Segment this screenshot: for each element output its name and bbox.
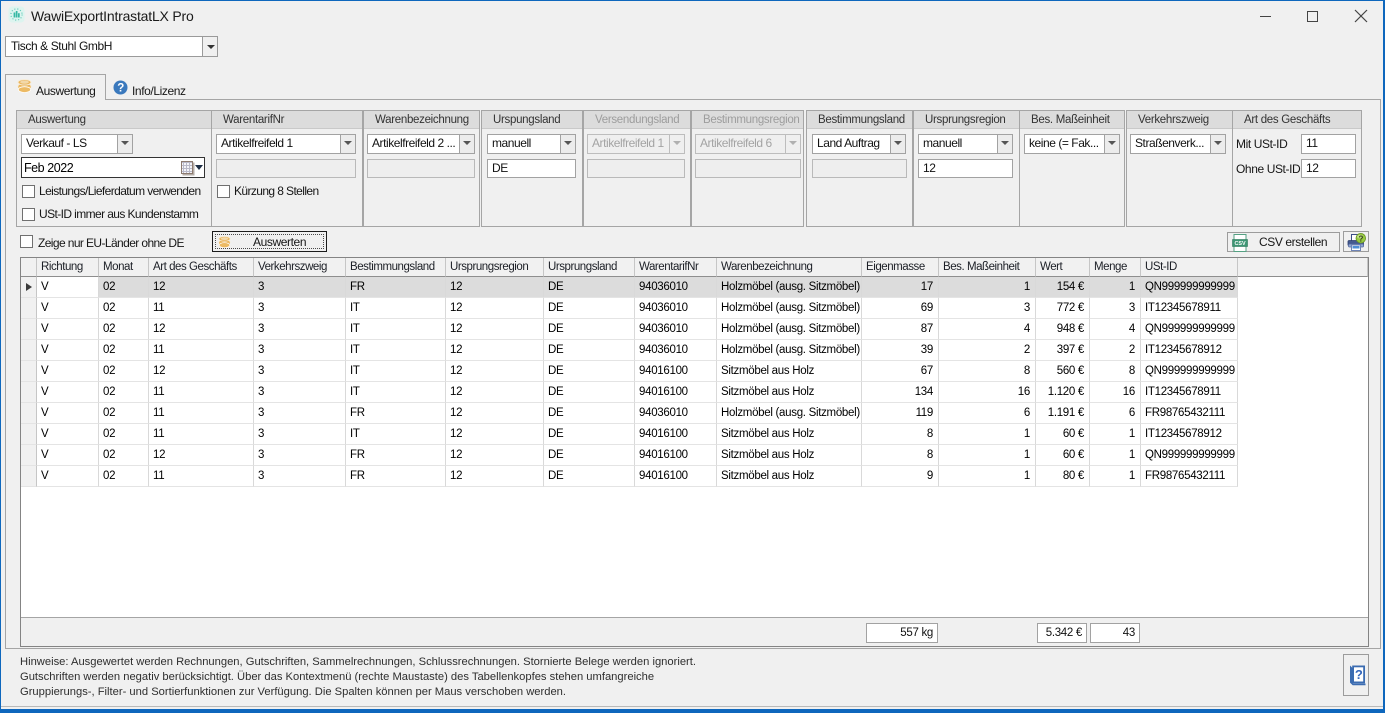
svg-text:CSV: CSV <box>1234 241 1245 247</box>
svg-text:?: ? <box>1359 234 1364 243</box>
svg-text:?: ? <box>117 83 124 95</box>
svg-text:?: ? <box>1355 667 1363 682</box>
